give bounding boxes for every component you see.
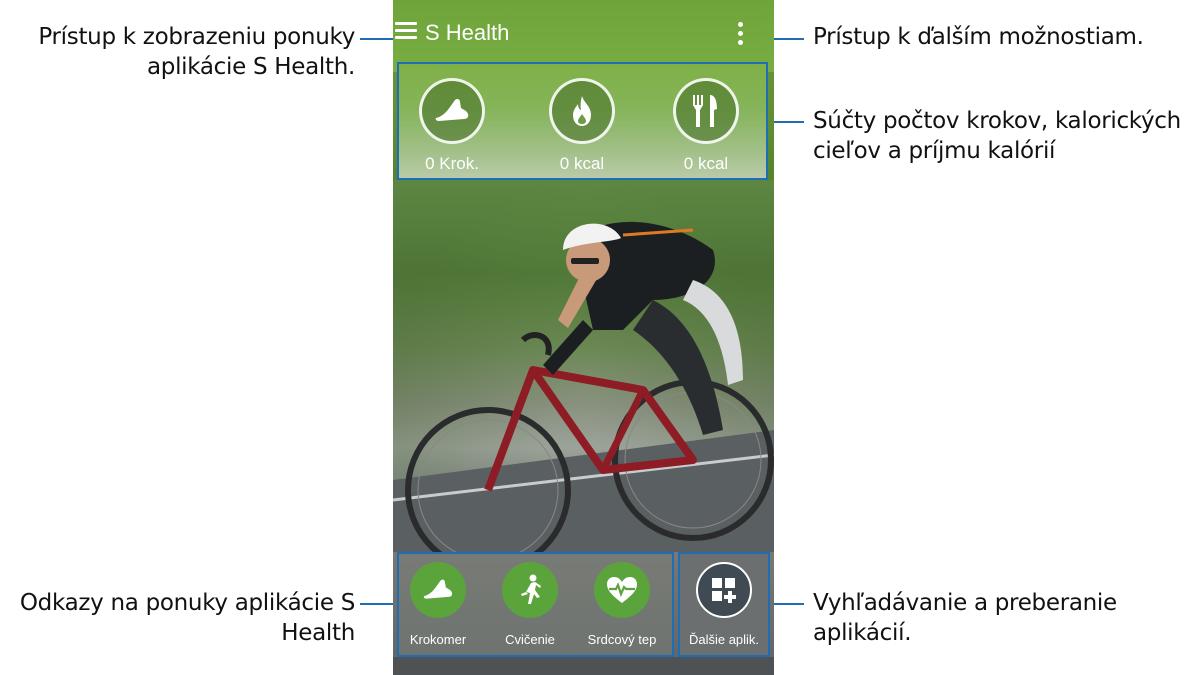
leader-menu bbox=[360, 38, 393, 40]
callout-search-text: Vyhľadávanie a preberanie aplikácií. bbox=[813, 590, 1117, 646]
leader-search bbox=[774, 603, 804, 605]
phone-screen: S Health 0 Krok. 0 kcal 0 kcal Krokomer … bbox=[393, 0, 774, 675]
shortcut-exercise-label: Cvičenie bbox=[505, 632, 555, 647]
calories-burned-value: 0 kcal bbox=[559, 154, 605, 173]
heart-rate-icon bbox=[594, 562, 650, 618]
more-options-icon[interactable] bbox=[737, 22, 745, 48]
bottom-strip bbox=[393, 657, 774, 675]
calories-burned-stat[interactable]: 0 kcal bbox=[527, 78, 637, 174]
shoe-icon bbox=[419, 78, 485, 144]
flame-icon bbox=[549, 78, 615, 144]
shortcut-pedometer[interactable]: Krokomer bbox=[393, 562, 483, 647]
callout-shortcuts: Odkazy na ponuky aplikácie S Health bbox=[0, 588, 355, 648]
shortcut-heart-rate-label: Srdcový tep bbox=[587, 632, 657, 647]
callout-more-options-text: Prístup k ďalším možnostiam. bbox=[813, 24, 1144, 50]
shortcut-heart-rate[interactable]: Srdcový tep bbox=[577, 562, 667, 647]
cyclist-illustration bbox=[393, 221, 774, 573]
steps-stat[interactable]: 0 Krok. bbox=[397, 78, 507, 174]
callout-totals-text: Súčty počtov krokov, kalorických cieľov … bbox=[813, 108, 1181, 164]
shortcut-pedometer-label: Krokomer bbox=[409, 632, 467, 647]
menu-icon[interactable] bbox=[395, 22, 417, 40]
runner-icon bbox=[502, 562, 558, 618]
hero-image bbox=[393, 180, 774, 573]
callout-menu-text: Prístup k zobrazeniu ponuky aplikácie S … bbox=[38, 24, 355, 80]
more-apps-panel: Ďalšie aplik. bbox=[678, 552, 770, 657]
steps-value: 0 Krok. bbox=[425, 154, 479, 173]
shortcut-exercise[interactable]: Cvičenie bbox=[485, 562, 575, 647]
fork-knife-icon bbox=[673, 78, 739, 144]
shoe-icon bbox=[410, 562, 466, 618]
callout-totals: Súčty počtov krokov, kalorických cieľov … bbox=[813, 106, 1188, 166]
food-intake-stat[interactable]: 0 kcal bbox=[651, 78, 761, 174]
add-apps-icon bbox=[696, 562, 752, 618]
callout-search: Vyhľadávanie a preberanie aplikácií. bbox=[813, 588, 1183, 648]
leader-shortcuts bbox=[360, 603, 397, 605]
more-apps-label: Ďalšie aplik. bbox=[688, 632, 760, 647]
shortcuts-panel: Krokomer Cvičenie Srdcový tep bbox=[397, 552, 674, 657]
totals-panel: 0 Krok. 0 kcal 0 kcal bbox=[397, 62, 768, 180]
callout-menu: Prístup k zobrazeniu ponuky aplikácie S … bbox=[0, 22, 355, 82]
callout-more-options: Prístup k ďalším možnostiam. bbox=[813, 22, 1183, 52]
leader-totals bbox=[774, 121, 804, 123]
app-title: S Health bbox=[425, 20, 510, 45]
callout-shortcuts-text: Odkazy na ponuky aplikácie S Health bbox=[19, 590, 355, 646]
food-intake-value: 0 kcal bbox=[683, 154, 729, 173]
more-apps-button[interactable]: Ďalšie aplik. bbox=[680, 562, 768, 647]
